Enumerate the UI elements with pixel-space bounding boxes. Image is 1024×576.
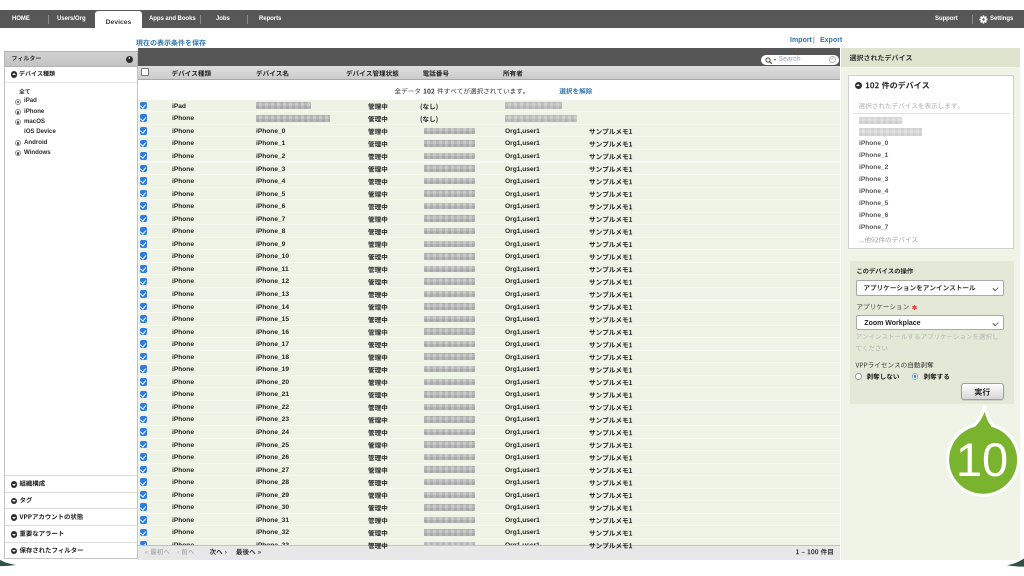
svg-text:10: 10	[956, 433, 1008, 486]
